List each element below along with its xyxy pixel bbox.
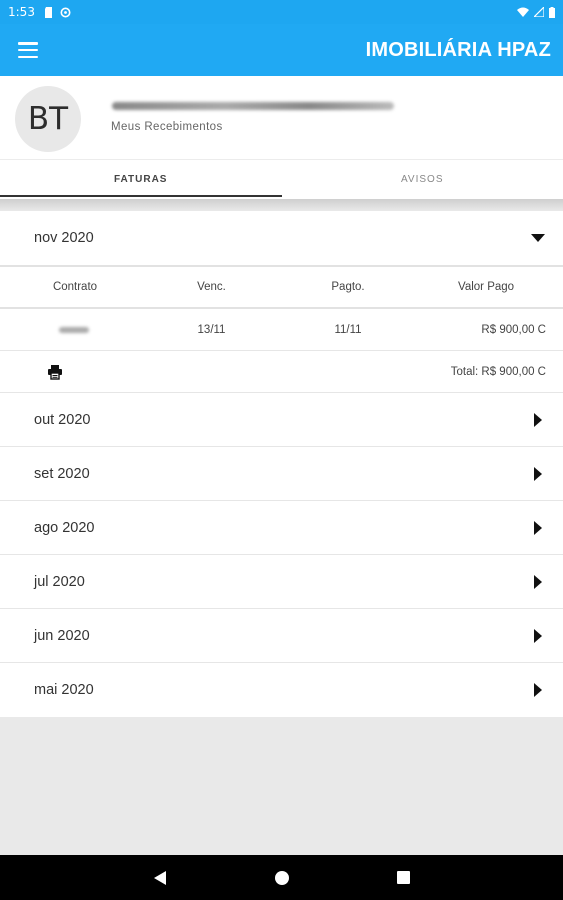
month-row-ago-2020[interactable]: ago 2020 [0, 501, 563, 555]
tab-faturas[interactable]: FATURAS [0, 160, 282, 199]
month-row-out-2020[interactable]: out 2020 [0, 393, 563, 447]
chevron-right-icon [531, 628, 545, 643]
total-value: Total: R$ 900,00 C [450, 365, 546, 378]
profile-header: BT Meus Recebimentos FATURAS AVISOS [0, 76, 563, 206]
signal-icon [534, 7, 544, 17]
month-row-mai-2020[interactable]: mai 2020 [0, 663, 563, 717]
app-bar: IMOBILIÁRIA HPAZ [0, 24, 563, 76]
month-label: set 2020 [34, 465, 90, 482]
month-label: mai 2020 [34, 682, 94, 698]
home-icon[interactable] [270, 866, 294, 890]
chevron-right-icon [531, 683, 545, 697]
print-icon[interactable] [47, 364, 63, 380]
user-name-redacted [112, 102, 394, 110]
chevron-down-icon [531, 231, 545, 245]
chevron-right-icon [531, 466, 545, 481]
chevron-right-icon [531, 412, 545, 427]
month-row-set-2020[interactable]: set 2020 [0, 447, 563, 501]
total-row: Total: R$ 900,00 C [0, 351, 563, 393]
battery-icon [549, 6, 555, 18]
contract-number-redacted [0, 324, 150, 336]
status-time: 1:53 [8, 5, 35, 19]
status-bar: 1:53 [0, 0, 563, 24]
chevron-right-icon [531, 520, 545, 535]
table-row[interactable]: 13/11 11/11 R$ 900,00 C [0, 309, 563, 351]
month-label: jun 2020 [34, 627, 90, 644]
month-label: ago 2020 [34, 519, 95, 536]
tab-avisos[interactable]: AVISOS [282, 160, 563, 199]
month-row-nov-2020[interactable]: nov 2020 [0, 211, 563, 267]
header-valor-pago: Valor Pago [458, 281, 515, 293]
month-row-jul-2020[interactable]: jul 2020 [0, 555, 563, 609]
back-icon[interactable] [148, 866, 172, 890]
navigation-bar [0, 855, 563, 900]
recents-icon[interactable] [392, 866, 416, 890]
header-pagto: Pagto. [331, 281, 365, 293]
chevron-right-icon [531, 574, 545, 589]
tab-bar: FATURAS AVISOS [0, 159, 563, 199]
wifi-icon [517, 7, 529, 17]
month-label: out 2020 [34, 411, 91, 428]
cell-pagto: 11/11 [334, 323, 362, 336]
profile-subtitle: Meus Recebimentos [111, 121, 223, 133]
header-contrato: Contrato [52, 281, 98, 293]
table-header: Contrato Venc. Pagto. Valor Pago [0, 267, 563, 309]
sync-icon [60, 7, 71, 17]
sd-card-icon [44, 6, 52, 18]
divider [0, 199, 563, 211]
menu-icon[interactable] [18, 42, 38, 58]
month-label: jul 2020 [34, 573, 85, 590]
cell-venc: 13/11 [197, 323, 226, 336]
app-title: IMOBILIÁRIA HPAZ [365, 38, 551, 61]
month-label: nov 2020 [34, 230, 94, 246]
month-row-jun-2020[interactable]: jun 2020 [0, 609, 563, 663]
invoice-list: nov 2020 Contrato Venc. Pagto. Valor Pag… [0, 211, 563, 717]
cell-valor: R$ 900,00 C [481, 323, 546, 336]
header-venc: Venc. [197, 281, 226, 293]
avatar: BT [15, 86, 81, 152]
